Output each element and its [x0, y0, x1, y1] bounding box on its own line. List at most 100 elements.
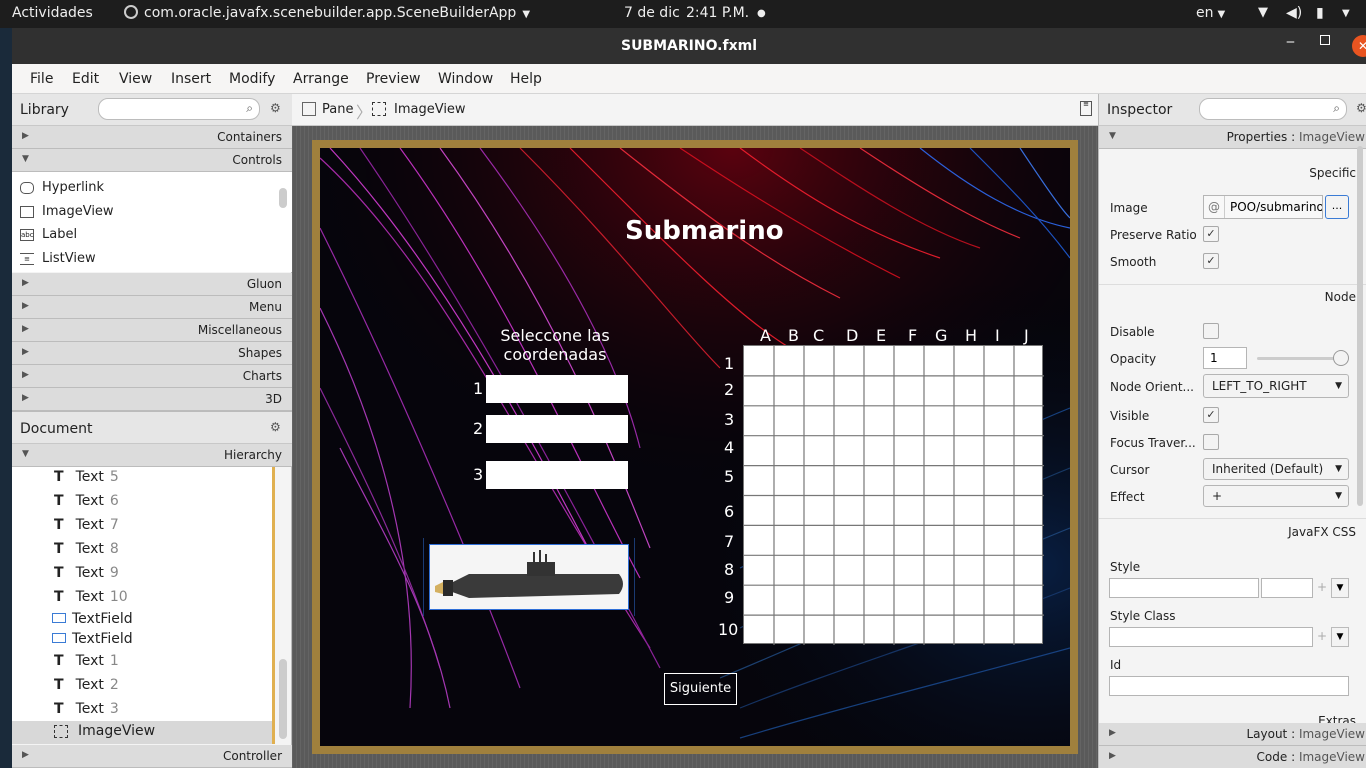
section-containers[interactable]: ▶ Containers — [12, 126, 292, 149]
menu-help[interactable]: Help — [510, 71, 542, 87]
section-gluon[interactable]: ▶ Gluon — [12, 273, 292, 296]
library-item-label[interactable]: abc Label — [20, 227, 77, 242]
inspector-search-input[interactable]: ⌕ — [1199, 98, 1347, 120]
system-menu-chevron-icon[interactable]: ▼ — [1342, 8, 1350, 19]
hierarchy-item-text-5[interactable]: T Text 5 — [54, 469, 119, 485]
preserve-ratio-checkbox[interactable]: ✓ — [1203, 226, 1219, 242]
next-button[interactable]: Siguiente — [664, 673, 737, 705]
menu-preview[interactable]: Preview — [366, 71, 421, 87]
node-orientation-select[interactable]: LEFT_TO_RIGHT ▼ — [1203, 374, 1349, 398]
activities-button[interactable]: Actividades — [12, 5, 93, 21]
minimize-icon[interactable]: ‒ — [1286, 34, 1295, 50]
add-style-class-icon[interactable]: + — [1317, 629, 1327, 643]
scene-pane[interactable]: Submarino Seleccone las coordenadas 1 2 … — [320, 148, 1070, 746]
section-hierarchy[interactable]: ▼ Hierarchy — [12, 444, 292, 467]
opacity-input[interactable]: 1 — [1203, 347, 1247, 369]
document-icon[interactable]: ≡ — [1080, 101, 1092, 116]
style-class-menu-button[interactable]: ▼ — [1331, 627, 1349, 647]
hierarchy-item-text-2[interactable]: T Text 2 — [54, 677, 119, 693]
section-shapes[interactable]: ▶ Shapes — [12, 342, 292, 365]
hierarchy-item-textfield[interactable]: TextField — [52, 631, 133, 647]
code-section[interactable]: ▶ Code : ImageView — [1099, 746, 1366, 768]
clock-date[interactable]: 7 de dic — [624, 5, 680, 21]
document-gear-icon[interactable]: ⚙ — [270, 420, 281, 434]
hierarchy-item-text-3[interactable]: T Text 3 — [54, 701, 119, 717]
style-class-input[interactable] — [1109, 627, 1313, 647]
textfield-node-icon — [52, 613, 66, 623]
style-value-input[interactable] — [1261, 578, 1313, 598]
hierarchy-item-text-10[interactable]: T Text 10 — [54, 589, 128, 605]
library-item-hyperlink[interactable]: Hyperlink — [20, 180, 104, 195]
section-miscellaneous[interactable]: ▶ Miscellaneous — [12, 319, 292, 342]
library-gear-icon[interactable]: ⚙ — [270, 101, 281, 115]
board-grid[interactable] — [743, 345, 1044, 645]
volume-icon[interactable]: ◀) — [1286, 5, 1302, 21]
menu-insert[interactable]: Insert — [171, 71, 211, 87]
section-menu[interactable]: ▶ Menu — [12, 296, 292, 319]
hierarchy-scrollbar[interactable] — [279, 659, 287, 739]
app-menu-button[interactable]: com.oracle.javafx.scenebuilder.app.Scene… — [124, 5, 530, 21]
wifi-icon[interactable]: ▼ — [1258, 5, 1268, 20]
section-controls[interactable]: ▼ Controls — [12, 149, 292, 172]
hierarchy-item-text-7[interactable]: T Text 7 — [54, 517, 119, 533]
hierarchy-item-text-8[interactable]: T Text 8 — [54, 541, 119, 557]
inspector-scrollbar[interactable] — [1357, 146, 1363, 506]
disable-checkbox[interactable] — [1203, 323, 1219, 339]
coordinate-input-1[interactable] — [486, 375, 628, 403]
hierarchy-item-text-9[interactable]: T Text 9 — [54, 565, 119, 581]
cursor-select[interactable]: Inherited (Default) ▼ — [1203, 458, 1349, 480]
hierarchy-item-text-6[interactable]: T Text 6 — [54, 493, 119, 509]
add-style-icon[interactable]: + — [1317, 580, 1327, 594]
hierarchy-item-text-1[interactable]: T Text 1 — [54, 653, 119, 669]
battery-icon[interactable]: ▮ — [1316, 5, 1324, 21]
menu-arrange[interactable]: Arrange — [293, 71, 349, 87]
maximize-icon[interactable] — [1320, 35, 1330, 45]
hierarchy-item-imageview-selected[interactable]: ImageView — [12, 721, 272, 744]
image-field[interactable]: @ POO/submarino. — [1203, 195, 1323, 219]
library-item-listview[interactable]: ≡ ListView — [20, 251, 96, 266]
label-icon: abc — [20, 228, 34, 241]
selection-handles[interactable] — [423, 538, 635, 616]
grid-row-label: 3 — [724, 410, 735, 429]
menu-file[interactable]: File — [30, 71, 53, 87]
visible-checkbox[interactable]: ✓ — [1203, 407, 1219, 423]
chevron-down-icon: ▼ — [1217, 9, 1226, 20]
section-charts[interactable]: ▶ Charts — [12, 365, 292, 388]
clock-time[interactable]: 2:41 P.M. — [686, 5, 749, 21]
library-scrollbar[interactable] — [279, 188, 287, 208]
menu-window[interactable]: Window — [438, 71, 493, 87]
breadcrumb-imageview[interactable]: ImageView — [394, 102, 466, 117]
properties-section[interactable]: ▼ Properties : ImageView — [1099, 126, 1366, 149]
library-title: Library — [20, 102, 69, 118]
focus-traversable-label: Focus Traver... — [1110, 436, 1196, 450]
chevron-right-icon: ▶ — [22, 750, 29, 760]
grid-column-label: F — [908, 326, 918, 345]
menu-edit[interactable]: Edit — [72, 71, 99, 87]
opacity-label: Opacity — [1110, 352, 1157, 366]
language-selector[interactable]: en ▼ — [1196, 5, 1225, 21]
opacity-slider-thumb[interactable] — [1333, 350, 1349, 366]
library-item-imageview[interactable]: ImageView — [20, 204, 114, 219]
hierarchy-item-textfield[interactable]: TextField — [52, 611, 133, 627]
menu-modify[interactable]: Modify — [229, 71, 275, 87]
style-menu-button[interactable]: ▼ — [1331, 578, 1349, 598]
effect-label: Effect — [1110, 490, 1145, 504]
breadcrumb: Pane 〉 ImageView ≡ — [292, 94, 1098, 126]
coordinate-input-3[interactable] — [486, 461, 628, 489]
section-3d[interactable]: ▶ 3D — [12, 388, 292, 411]
breadcrumb-pane[interactable]: Pane — [322, 102, 353, 117]
image-browse-button[interactable]: ... — [1325, 195, 1349, 219]
focus-traversable-checkbox[interactable] — [1203, 434, 1219, 450]
menu-view[interactable]: View — [119, 71, 152, 87]
grid-column-label: J — [1024, 326, 1029, 345]
layout-section[interactable]: ▶ Layout : ImageView — [1099, 723, 1366, 746]
effect-select[interactable]: + ▼ — [1203, 485, 1349, 507]
inspector-gear-icon[interactable]: ⚙ — [1356, 101, 1366, 115]
smooth-checkbox[interactable]: ✓ — [1203, 253, 1219, 269]
id-input[interactable] — [1109, 676, 1349, 696]
coordinate-input-2[interactable] — [486, 415, 628, 443]
opacity-slider-track[interactable] — [1257, 357, 1341, 360]
section-controller[interactable]: ▶ Controller — [12, 745, 292, 768]
library-search-input[interactable]: ⌕ — [98, 98, 260, 120]
style-property-input[interactable] — [1109, 578, 1259, 598]
